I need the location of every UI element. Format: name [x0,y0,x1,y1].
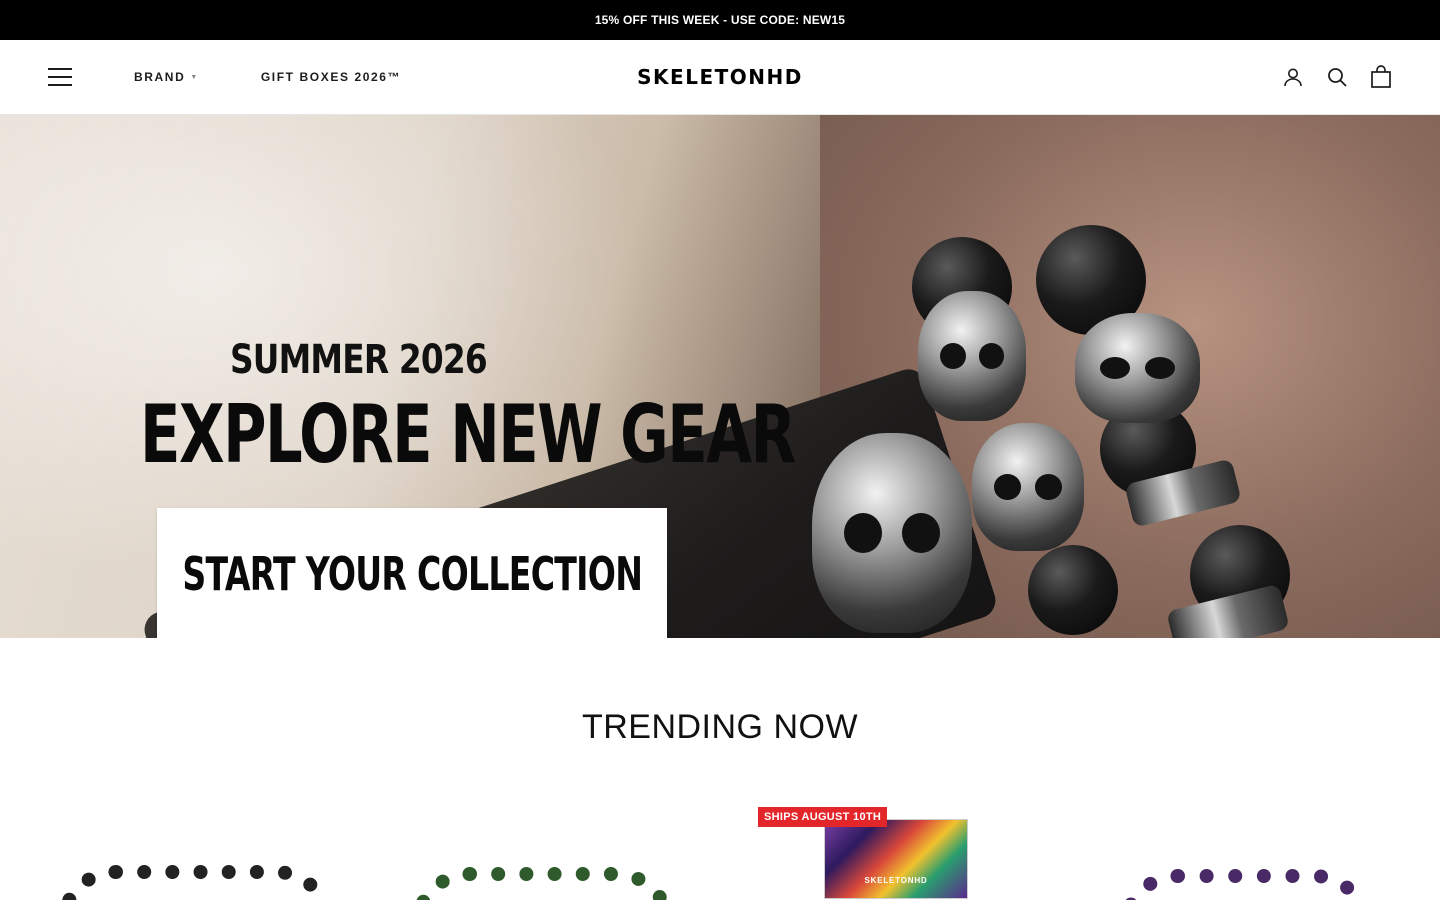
trending-product-grid: SKELETONHD SHIPS AUGUST 10TH [0,807,1440,900]
header-actions [1282,65,1392,88]
trending-heading: TRENDING NOW [581,708,859,746]
product-card[interactable] [404,807,704,900]
menu-icon[interactable] [48,68,72,86]
cart-icon[interactable] [1370,65,1392,88]
site-logo[interactable]: SKELETONHD [637,65,803,89]
site-header: BRAND ▼ GIFT BOXES 2026™ SKELETONHD [0,40,1440,115]
main-nav: BRAND ▼ GIFT BOXES 2026™ [134,70,401,84]
hero-subtitle: SUMMER 2026 [230,337,488,383]
product-card[interactable] [1112,807,1412,900]
product-image-green-bracelet [410,867,676,900]
product-image-purple-bracelet [1118,869,1374,900]
search-icon[interactable] [1326,66,1348,88]
nav-item-label: BRAND [134,70,186,84]
hero-cta-label: START YOUR COLLECTION [182,547,643,601]
nav-item-gift-boxes[interactable]: GIFT BOXES 2026™ [261,70,401,84]
hero-banner[interactable]: SUMMER 2026 EXPLORE NEW GEAR START YOUR … [0,115,1440,638]
announcement-text: 15% OFF THIS WEEK - USE CODE: NEW15 [594,13,846,27]
gift-box-logo: SKELETONHD [864,876,928,885]
product-image-gift-box: SKELETONHD [824,819,968,899]
product-image-black-bracelet [56,865,336,900]
product-card[interactable]: SKELETONHD SHIPS AUGUST 10TH [758,807,1058,900]
announcement-bar: 15% OFF THIS WEEK - USE CODE: NEW15 [0,0,1440,40]
product-card[interactable] [48,807,348,900]
nav-item-label: GIFT BOXES 2026™ [260,70,402,84]
hero-title: EXPLORE NEW GEAR [140,388,796,481]
nav-item-brand[interactable]: BRAND ▼ [134,70,199,84]
start-collection-button[interactable]: START YOUR COLLECTION [157,508,667,638]
ships-badge: SHIPS AUGUST 10TH [758,807,888,827]
chevron-down-icon: ▼ [190,73,199,81]
account-icon[interactable] [1282,66,1304,88]
